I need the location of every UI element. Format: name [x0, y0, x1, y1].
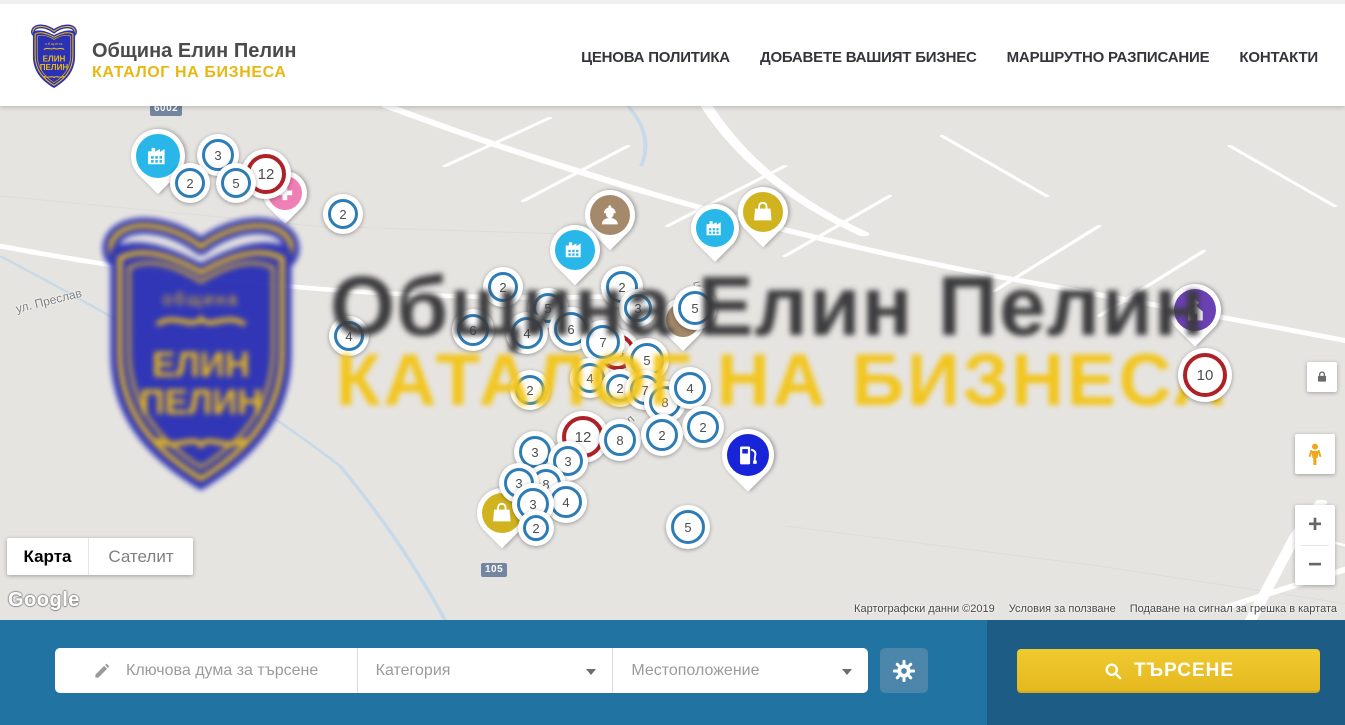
fuel-pump-icon	[727, 434, 769, 476]
nav-contacts-link[interactable]: КОНТАКТИ	[1239, 49, 1318, 66]
gear-icon	[891, 658, 917, 684]
nav-add-business-link[interactable]: ДОБАВЕТЕ ВАШИЯТ БИЗНЕС	[760, 49, 977, 66]
keyword-input[interactable]	[124, 661, 349, 681]
map-type-control: Карта Сателит	[7, 538, 193, 575]
svg-text:ПЕЛИН: ПЕЛИН	[40, 63, 69, 72]
chevron-down-icon	[842, 669, 852, 675]
cluster-count: 10	[1197, 367, 1214, 384]
header: община ЕЛИН ПЕЛИН Община Елин Пелин КАТА…	[0, 0, 1345, 106]
svg-text:ЕЛИН: ЕЛИН	[43, 55, 66, 64]
map-type-satellite-button[interactable]: Сателит	[88, 538, 193, 575]
svg-text:община: община	[45, 41, 63, 46]
zoom-in-button[interactable]: +	[1295, 505, 1335, 545]
cluster-marker[interactable]: 10	[1178, 348, 1232, 402]
page: община ЕЛИН ПЕЛИН Община Елин Пелин КАТА…	[0, 0, 1345, 725]
terms-link[interactable]: Условия за ползване	[1009, 603, 1116, 615]
cluster-ring: 10	[1183, 353, 1227, 397]
nav-pricing-link[interactable]: ЦЕНОВА ПОЛИТИКА	[581, 49, 730, 66]
lock-button[interactable]	[1307, 362, 1337, 392]
municipality-crest-logo: община ЕЛИН ПЕЛИН	[27, 23, 81, 91]
search-icon	[1103, 661, 1124, 682]
search-fields: Категория Местоположение	[55, 648, 868, 693]
location-dropdown[interactable]: Местоположение	[612, 648, 868, 693]
fuel-pump-pin[interactable]	[722, 429, 774, 481]
site-subtitle: КАТАЛОГ НА БИЗНЕСА	[92, 64, 287, 82]
pencil-icon	[93, 661, 112, 680]
zoom-control: + −	[1295, 505, 1335, 585]
pegman-icon	[1303, 442, 1327, 466]
category-dropdown-label: Категория	[376, 662, 451, 680]
main-nav: ЦЕНОВА ПОЛИТИКА ДОБАВЕТЕ ВАШИЯТ БИЗНЕС М…	[581, 4, 1318, 110]
search-bar: Категория Местоположение	[0, 620, 1345, 725]
map-type-map-button[interactable]: Карта	[7, 538, 88, 575]
map-copyright: Картографски данни ©2019	[854, 603, 995, 615]
google-logo[interactable]: Google	[8, 589, 80, 612]
keyword-field	[55, 648, 357, 693]
site-title: Община Елин Пелин	[92, 40, 296, 63]
chevron-down-icon	[586, 669, 596, 675]
pegman-button[interactable]	[1295, 434, 1335, 474]
zoom-out-button[interactable]: −	[1295, 546, 1335, 586]
map-attribution: Картографски данни ©2019 Условия за полз…	[854, 603, 1337, 615]
google-map[interactable]: ул. Преславбул. „Новоселци"6002105 32125…	[0, 106, 1345, 620]
report-error-link[interactable]: Подаване на сигнал за грешка в картата	[1130, 603, 1337, 615]
category-dropdown[interactable]: Категория	[357, 648, 613, 693]
marker-layer-top: 10	[0, 106, 1345, 620]
location-dropdown-label: Местоположение	[631, 662, 759, 680]
nav-route-schedule-link[interactable]: МАРШРУТНО РАЗПИСАНИЕ	[1007, 49, 1210, 66]
advanced-settings-button[interactable]	[880, 648, 928, 693]
pin-body	[711, 418, 785, 492]
search-button-label: ТЪРСЕНЕ	[1134, 660, 1234, 682]
search-button[interactable]: ТЪРСЕНЕ	[1017, 649, 1320, 693]
lock-icon	[1315, 370, 1329, 384]
